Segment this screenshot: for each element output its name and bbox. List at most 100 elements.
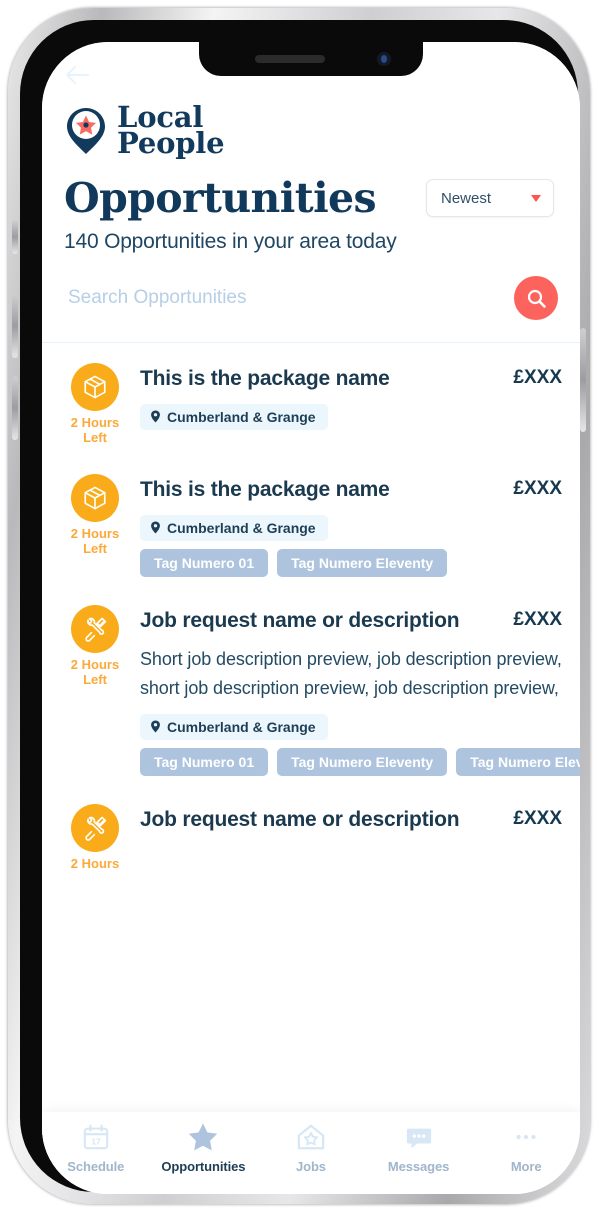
tag-row: Tag Numero 01 Tag Numero Eleventy xyxy=(140,548,562,577)
item-title: Job request name or description xyxy=(140,608,460,632)
silent-switch[interactable] xyxy=(12,220,18,254)
phone-screen: Local People Opportunities Newest 140 Op… xyxy=(42,42,580,1194)
location-chip[interactable]: Cumberland & Grange xyxy=(140,514,328,541)
tab-label: Jobs xyxy=(296,1159,326,1174)
opportunity-list-item[interactable]: 2 Hours Left This is the package name £XXX C… xyxy=(42,460,580,591)
brand-logo-text: Local People xyxy=(117,103,225,160)
item-meta: 2 Hours Left xyxy=(64,363,126,446)
tools-icon xyxy=(85,617,107,642)
category-badge xyxy=(71,473,119,522)
tab-jobs[interactable]: Jobs xyxy=(257,1120,365,1174)
package-box-icon xyxy=(84,486,106,510)
tag-chip[interactable]: Tag Numero Eleventy xyxy=(277,747,448,776)
map-pin-icon xyxy=(151,720,160,733)
tab-messages[interactable]: Messages xyxy=(365,1120,473,1174)
item-chips: Cumberland & Grange xyxy=(140,514,562,541)
search-bar xyxy=(42,254,580,343)
item-meta: 2 Hours xyxy=(64,803,126,872)
item-price: £XXX xyxy=(513,477,562,499)
search-button[interactable] xyxy=(514,276,558,320)
bottom-tab-bar: 17 Schedule Opportunities Jobs Messages More xyxy=(42,1112,580,1194)
tag-chip[interactable]: Tag Numero Eleventy xyxy=(277,548,448,577)
item-description: Short job description preview, job descr… xyxy=(140,649,562,699)
location-chip[interactable]: Cumberland & Grange xyxy=(140,713,328,740)
category-badge xyxy=(71,803,119,852)
map-pin-star-logo-icon xyxy=(67,108,105,154)
tab-label: Schedule xyxy=(67,1159,125,1174)
map-pin-icon xyxy=(151,521,160,534)
brand-logo-line2: People xyxy=(117,126,225,160)
item-price: £XXX xyxy=(513,367,562,388)
tab-schedule[interactable]: 17 Schedule xyxy=(42,1120,150,1174)
item-meta: 2 Hours Left xyxy=(64,604,126,776)
back-arrow-icon[interactable] xyxy=(64,64,90,86)
svg-text:17: 17 xyxy=(91,1136,101,1146)
tag-chip[interactable]: Tag Numero 01 xyxy=(140,548,269,577)
device-notch xyxy=(199,42,423,76)
volume-down-button[interactable] xyxy=(12,376,18,440)
item-meta: 2 Hours Left xyxy=(64,473,126,577)
phone-bezel: Local People Opportunities Newest 140 Op… xyxy=(20,20,580,1194)
tab-opportunities[interactable]: Opportunities xyxy=(150,1120,258,1174)
sort-dropdown[interactable]: Newest xyxy=(426,179,554,217)
location-chip[interactable]: Cumberland & Grange xyxy=(140,403,328,430)
opportunity-list[interactable]: 2 Hours Left This is the package name £XXX C… xyxy=(42,343,580,1112)
location-chip-label: Cumberland & Grange xyxy=(167,718,316,735)
page-header: Opportunities Newest xyxy=(42,164,580,222)
house-star-icon xyxy=(297,1124,325,1150)
time-left-label: 2 Hours xyxy=(70,855,120,871)
chevron-down-icon xyxy=(531,194,541,202)
opportunity-list-item[interactable]: 2 Hours Job request name or description £X… xyxy=(42,790,580,886)
phone-frame: Local People Opportunities Newest 140 Op… xyxy=(8,8,590,1204)
item-title-row: This is the package name £XXX xyxy=(140,365,562,393)
tools-icon xyxy=(85,816,107,841)
sort-dropdown-value: Newest xyxy=(441,189,492,207)
location-chip-label: Cumberland & Grange xyxy=(167,408,316,425)
opportunity-list-item[interactable]: 2 Hours Left Job request name or descripti… xyxy=(42,591,580,790)
tag-row: Tag Numero 01 Tag Numero Eleventy Tag Nume… xyxy=(140,747,580,776)
page-subtitle: 140 Opportunities in your area today xyxy=(64,230,397,253)
time-left-label: 2 Hours Left xyxy=(70,415,120,445)
map-pin-icon xyxy=(151,410,160,423)
tag-chip[interactable]: Tag Numero Eleventy xyxy=(456,747,580,776)
power-button[interactable] xyxy=(580,328,586,432)
opportunity-list-item[interactable]: 2 Hours Left This is the package name £XXX C… xyxy=(42,349,580,460)
tag-chip[interactable]: Tag Numero 01 xyxy=(140,747,269,776)
item-price: £XXX xyxy=(513,807,562,829)
calendar-icon: 17 xyxy=(82,1120,110,1154)
app-viewport: Local People Opportunities Newest 140 Op… xyxy=(42,42,580,1194)
location-chip-label: Cumberland & Grange xyxy=(167,519,316,536)
chat-bubble-icon xyxy=(405,1120,433,1154)
item-title: This is the package name xyxy=(140,477,390,501)
earpiece-speaker xyxy=(255,55,325,63)
item-content: This is the package name £XXX Cumberland &… xyxy=(140,474,562,577)
ellipsis-icon xyxy=(512,1120,540,1154)
tab-label: Messages xyxy=(387,1159,450,1174)
item-content: Job request name or description £XXX Short… xyxy=(140,605,580,776)
star-icon xyxy=(189,1123,218,1151)
time-left-label: 2 Hours Left xyxy=(70,525,120,556)
item-price: £XXX xyxy=(513,608,562,630)
tab-more[interactable]: More xyxy=(472,1120,580,1174)
search-icon xyxy=(527,289,546,308)
item-chips: Cumberland & Grange xyxy=(140,713,562,740)
time-left-label: 2 Hours Left xyxy=(70,656,120,687)
search-input[interactable] xyxy=(64,287,514,309)
house-star-icon xyxy=(297,1120,325,1154)
tab-label: Opportunities xyxy=(161,1159,246,1174)
item-content: This is the package name £XXX Cumberland &… xyxy=(140,363,562,446)
star-icon xyxy=(187,1120,219,1154)
category-badge xyxy=(71,604,119,653)
front-camera xyxy=(377,52,391,66)
brand-logo: Local People xyxy=(42,98,580,164)
volume-up-button[interactable] xyxy=(12,294,18,358)
item-chips: Cumberland & Grange xyxy=(140,403,562,430)
chat-bubble-icon xyxy=(406,1128,431,1149)
screenshot-stage: Local People Opportunities Newest 140 Op… xyxy=(0,0,598,1212)
item-title-row: Job request name or description £XXX xyxy=(140,806,562,834)
package-box-icon xyxy=(84,375,106,399)
category-badge xyxy=(71,363,119,411)
page-title: Opportunities xyxy=(64,174,377,222)
item-title: Job request name or description xyxy=(140,807,460,831)
item-title-row: Job request name or description £XXX xyxy=(140,607,562,635)
